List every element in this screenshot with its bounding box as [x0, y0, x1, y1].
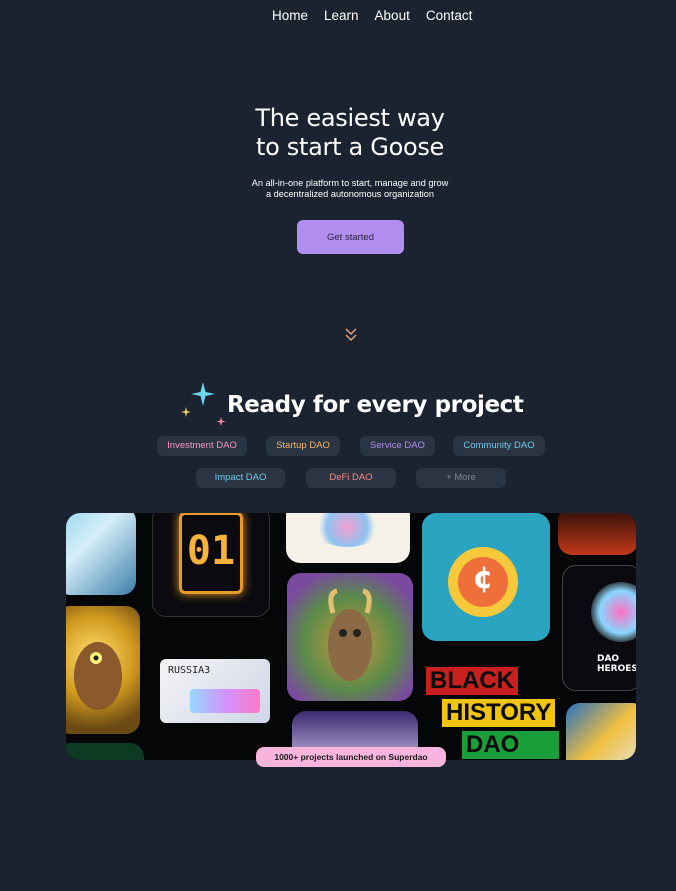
gallery-tile-poster: BLACK HISTORY DAO: [418, 661, 560, 760]
card-holo: [190, 689, 260, 713]
chip-label: Community DAO: [463, 440, 535, 451]
gallery-tile-heroes: DAO HEROES: [562, 565, 636, 691]
gallery-tile-robot: [66, 513, 136, 595]
hero-subtitle-line1: An all-in-one platform to start, manage …: [251, 178, 449, 188]
gallery-tile-counter: 01: [152, 513, 270, 617]
chip-startup-dao[interactable]: Startup DAO: [266, 436, 340, 456]
beast-figure: [74, 642, 122, 710]
chip-label: DeFi DAO: [329, 472, 373, 483]
gallery-tile-fire: [558, 513, 636, 555]
gallery-tile-card: RUSSIA3: [160, 659, 270, 723]
goat-figure: [328, 588, 372, 681]
chip-label: Investment DAO: [167, 440, 237, 451]
chip-label: Startup DAO: [276, 440, 330, 451]
chip-impact-dao[interactable]: Impact DAO: [196, 468, 285, 488]
gallery-tile-green: [66, 743, 144, 760]
gallery-tile-goat: [287, 573, 413, 701]
heroes-label: DAO HEROES: [597, 654, 636, 674]
hero-title-line2: to start a Goose: [255, 133, 445, 161]
chip-label: Service DAO: [370, 440, 425, 451]
hero-title: The easiest way to start a Goose: [0, 104, 676, 162]
nav-learn-link[interactable]: Learn: [316, 7, 367, 25]
chip-label: Impact DAO: [214, 472, 267, 483]
get-started-button[interactable]: Get started: [297, 220, 404, 254]
gallery-tile-yellow-beast: [66, 606, 140, 734]
hero-title-line1: The easiest way: [255, 104, 445, 132]
nav-about-link[interactable]: About: [367, 7, 418, 25]
chevron-double-down-icon[interactable]: [344, 327, 358, 343]
coin-symbol: ¢: [472, 561, 494, 596]
chip-community-dao[interactable]: Community DAO: [453, 436, 545, 456]
gallery-tile-swirl: [566, 703, 636, 760]
project-gallery: 01 RUSSIA3 ¢ BLACK HISTORY DAO DAO HEROE…: [66, 513, 636, 760]
card-name: RUSSIA3: [168, 665, 211, 676]
nav-contact-link[interactable]: Contact: [418, 7, 481, 25]
nav-home-link[interactable]: Home: [264, 7, 316, 25]
chip-investment-dao[interactable]: Investment DAO: [157, 436, 247, 456]
projects-count-badge: 1000+ projects launched on Superdao: [256, 747, 446, 767]
poster-line2: HISTORY: [442, 699, 556, 727]
hero-subtitle: An all-in-one platform to start, manage …: [0, 178, 676, 200]
nav-links: Home Learn About Contact: [264, 7, 480, 25]
mandala-shape: [312, 513, 382, 547]
chip-defi-dao[interactable]: DeFi DAO: [306, 468, 396, 488]
gallery-tile-mandala: [286, 513, 410, 563]
hero-subtitle-line2: a decentralized autonomous organization: [265, 189, 435, 199]
heroes-art: [591, 582, 636, 642]
chip-label: + More: [446, 472, 476, 483]
sparkles-icon: [181, 382, 226, 426]
counter-text: 01: [186, 528, 236, 574]
chip-more[interactable]: + More: [416, 468, 506, 488]
poster-line1: BLACK: [426, 667, 518, 695]
section-title: Ready for every project: [227, 392, 524, 418]
chip-service-dao[interactable]: Service DAO: [360, 436, 435, 456]
gallery-tile-coin: ¢: [422, 513, 550, 641]
poster-line3: DAO: [462, 731, 560, 759]
